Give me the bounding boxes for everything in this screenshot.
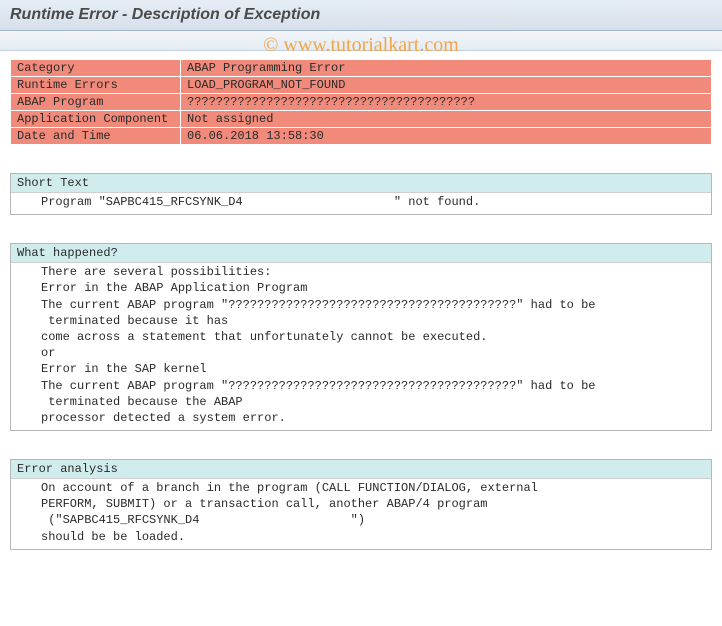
info-label: ABAP Program: [11, 94, 181, 111]
text-line: terminated because the ABAP: [17, 394, 705, 410]
text-line: terminated because it has: [17, 313, 705, 329]
text-line: The current ABAP program "??????????????…: [17, 378, 705, 394]
text-line: ("SAPBC415_RFCSYNK_D4 "): [17, 512, 705, 528]
text-line: PERFORM, SUBMIT) or a transaction call, …: [17, 496, 705, 512]
toolbar: [0, 31, 722, 51]
table-row: Date and Time 06.06.2018 13:58:30: [11, 128, 712, 145]
table-row: Category ABAP Programming Error: [11, 60, 712, 77]
section-header: Short Text: [11, 173, 711, 193]
info-value: LOAD_PROGRAM_NOT_FOUND: [181, 77, 712, 94]
text-line: On account of a branch in the program (C…: [17, 480, 705, 496]
short-text-section: Short Text Program "SAPBC415_RFCSYNK_D4 …: [10, 173, 712, 215]
error-analysis-section: Error analysis On account of a branch in…: [10, 459, 712, 550]
section-body: On account of a branch in the program (C…: [11, 479, 711, 549]
info-value: ????????????????????????????????????????: [181, 94, 712, 111]
section-body: There are several possibilities: Error i…: [11, 263, 711, 430]
table-row: ABAP Program ???????????????????????????…: [11, 94, 712, 111]
section-header: What happened?: [11, 243, 711, 263]
text-line: There are several possibilities:: [17, 264, 705, 280]
error-info-table: Category ABAP Programming Error Runtime …: [10, 59, 712, 145]
section-header: Error analysis: [11, 459, 711, 479]
info-value: Not assigned: [181, 111, 712, 128]
info-label: Date and Time: [11, 128, 181, 145]
info-value: 06.06.2018 13:58:30: [181, 128, 712, 145]
titlebar: Runtime Error - Description of Exception: [0, 0, 722, 31]
page-title: Runtime Error - Description of Exception: [10, 6, 712, 24]
table-row: Runtime Errors LOAD_PROGRAM_NOT_FOUND: [11, 77, 712, 94]
info-value: ABAP Programming Error: [181, 60, 712, 77]
info-label: Runtime Errors: [11, 77, 181, 94]
text-line: Error in the SAP kernel: [17, 361, 705, 377]
info-label: Application Component: [11, 111, 181, 128]
text-line: Program "SAPBC415_RFCSYNK_D4 " not found…: [17, 194, 705, 210]
text-line: The current ABAP program "??????????????…: [17, 297, 705, 313]
text-line: or: [17, 345, 705, 361]
content-area: Category ABAP Programming Error Runtime …: [0, 51, 722, 550]
info-label: Category: [11, 60, 181, 77]
table-row: Application Component Not assigned: [11, 111, 712, 128]
text-line: should be be loaded.: [17, 529, 705, 545]
text-line: processor detected a system error.: [17, 410, 705, 426]
text-line: Error in the ABAP Application Program: [17, 280, 705, 296]
what-happened-section: What happened? There are several possibi…: [10, 243, 712, 431]
text-line: come across a statement that unfortunate…: [17, 329, 705, 345]
section-body: Program "SAPBC415_RFCSYNK_D4 " not found…: [11, 193, 711, 214]
